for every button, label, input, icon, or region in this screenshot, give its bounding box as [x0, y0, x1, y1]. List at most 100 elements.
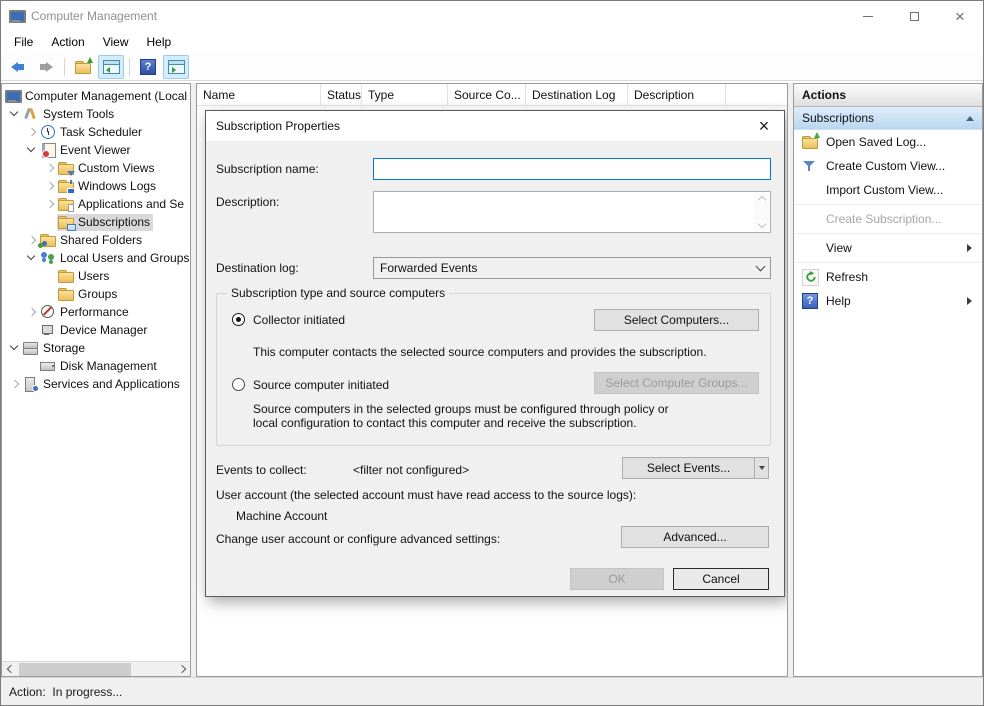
show-hide-action-pane-button[interactable]	[163, 55, 189, 79]
collapse-chevron[interactable]	[43, 179, 57, 193]
tree-item-subscriptions[interactable]: Subscriptions	[2, 213, 190, 231]
collapse-chevron[interactable]	[43, 197, 57, 211]
menu-bar: File Action View Help	[1, 31, 983, 53]
subscription-name-input[interactable]	[373, 158, 771, 180]
column-header-source-computers[interactable]: Source Co...	[448, 84, 526, 105]
menu-action[interactable]: Action	[42, 33, 93, 51]
collector-description: This computer contacts the selected sour…	[253, 345, 707, 359]
tree-item-services-and-applications[interactable]: Services and Applications	[2, 375, 190, 393]
tree-item-local-users-and-groups[interactable]: Local Users and Groups	[2, 249, 190, 267]
groupbox-legend: Subscription type and source computers	[227, 286, 449, 300]
column-header-type[interactable]: Type	[362, 84, 448, 105]
title-bar: Computer Management	[1, 1, 983, 31]
textarea-scrollbar[interactable]	[754, 193, 769, 231]
destination-log-select[interactable]: Forwarded Events	[373, 257, 771, 279]
back-button[interactable]	[5, 55, 31, 79]
description-label: Description:	[216, 195, 279, 209]
horizontal-scrollbar[interactable]	[2, 661, 190, 676]
tree-item-performance[interactable]: Performance	[2, 303, 190, 321]
collector-initiated-radio[interactable]	[232, 313, 245, 326]
destination-log-value: Forwarded Events	[380, 261, 477, 275]
close-button[interactable]	[937, 1, 983, 31]
scroll-up-icon[interactable]	[757, 196, 765, 204]
menu-help[interactable]: Help	[138, 33, 181, 51]
console-tree-pane: Computer Management (Local System Tools …	[1, 83, 191, 677]
collapse-chevron[interactable]	[25, 305, 39, 319]
maximize-button[interactable]	[891, 1, 937, 31]
action-item-refresh[interactable]: Refresh	[794, 265, 982, 289]
action-item-open-saved-log[interactable]: Open Saved Log...	[794, 130, 982, 154]
select-events-dropdown-button[interactable]	[755, 457, 769, 479]
advanced-button[interactable]: Advanced...	[621, 526, 769, 548]
select-events-split-button: Select Events...	[622, 457, 769, 479]
column-header-description[interactable]: Description	[628, 84, 726, 105]
expand-chevron[interactable]	[8, 107, 22, 121]
collapse-chevron[interactable]	[43, 161, 57, 175]
action-pane-icon	[168, 60, 185, 74]
scroll-right-arrow[interactable]	[173, 662, 190, 676]
toolbar-separator	[129, 58, 130, 76]
column-header-name[interactable]: Name	[197, 84, 321, 105]
forward-button[interactable]	[33, 55, 59, 79]
maximize-icon	[910, 12, 919, 21]
forward-arrow-icon	[39, 62, 53, 72]
tree-item-shared-folders[interactable]: Shared Folders	[2, 231, 190, 249]
expand-chevron[interactable]	[25, 143, 39, 157]
tree-item-system-tools[interactable]: System Tools	[2, 105, 190, 123]
action-item-view[interactable]: View	[794, 236, 982, 260]
column-header-status[interactable]: Status	[321, 84, 362, 105]
up-one-level-button[interactable]	[70, 55, 96, 79]
action-item-create-custom-view[interactable]: Create Custom View...	[794, 154, 982, 178]
show-hide-console-tree-button[interactable]	[98, 55, 124, 79]
dialog-title-bar: Subscription Properties ×	[206, 111, 784, 141]
actions-section-subscriptions[interactable]: Subscriptions	[794, 107, 982, 130]
tree-item-device-manager[interactable]: Device Manager	[2, 321, 190, 339]
toolbar-separator	[64, 58, 65, 76]
action-item-create-subscription[interactable]: Create Subscription...	[794, 207, 982, 231]
tree-item-users[interactable]: Users	[2, 267, 190, 285]
scroll-left-arrow[interactable]	[2, 662, 19, 676]
select-events-button[interactable]: Select Events...	[622, 457, 755, 479]
tree-item-storage[interactable]: Storage	[2, 339, 190, 357]
ok-button[interactable]: OK	[570, 568, 664, 590]
scroll-down-icon[interactable]	[757, 220, 765, 228]
cancel-button[interactable]: Cancel	[673, 568, 769, 590]
action-item-help[interactable]: Help	[794, 289, 982, 313]
help-icon	[140, 59, 156, 75]
select-computer-groups-button[interactable]: Select Computer Groups...	[594, 372, 759, 394]
status-text: Action: In progress...	[9, 685, 122, 699]
dialog-title: Subscription Properties	[216, 119, 340, 133]
collapse-chevron[interactable]	[25, 125, 39, 139]
collapse-chevron[interactable]	[25, 233, 39, 247]
tree-item-computer-management[interactable]: Computer Management (Local	[2, 87, 190, 105]
minimize-button[interactable]	[845, 1, 891, 31]
tree-item-custom-views[interactable]: Custom Views	[2, 159, 190, 177]
source-computer-initiated-radio[interactable]	[232, 378, 245, 391]
menu-file[interactable]: File	[5, 33, 42, 51]
action-item-import-custom-view[interactable]: Import Custom View...	[794, 178, 982, 202]
submenu-arrow-icon	[967, 297, 972, 305]
tree-item-event-viewer[interactable]: Event Viewer	[2, 141, 190, 159]
tree-item-windows-logs[interactable]: Windows Logs	[2, 177, 190, 195]
menu-view[interactable]: View	[94, 33, 138, 51]
tree-item-disk-management[interactable]: Disk Management	[2, 357, 190, 375]
collapse-chevron[interactable]	[8, 377, 22, 391]
expand-chevron[interactable]	[25, 251, 39, 265]
scrollbar-thumb[interactable]	[19, 663, 131, 676]
tree-item-task-scheduler[interactable]: Task Scheduler	[2, 123, 190, 141]
column-header-destination-log[interactable]: Destination Log	[526, 84, 628, 105]
tree-item-groups[interactable]: Groups	[2, 285, 190, 303]
help-button[interactable]	[135, 55, 161, 79]
folder-icon	[58, 269, 74, 283]
select-computers-button[interactable]: Select Computers...	[594, 309, 759, 331]
expand-chevron[interactable]	[8, 341, 22, 355]
description-input[interactable]	[373, 191, 771, 233]
tree-item-applications-and-services[interactable]: Applications and Se	[2, 195, 190, 213]
subscription-type-groupbox: Subscription type and source computers C…	[216, 293, 771, 446]
dialog-close-icon[interactable]: ×	[754, 117, 774, 135]
window-title: Computer Management	[31, 9, 157, 23]
collapse-section-icon[interactable]	[966, 116, 974, 121]
dropdown-arrow-icon	[759, 466, 765, 470]
services-icon	[23, 377, 39, 391]
green-up-arrow-icon	[87, 57, 93, 63]
